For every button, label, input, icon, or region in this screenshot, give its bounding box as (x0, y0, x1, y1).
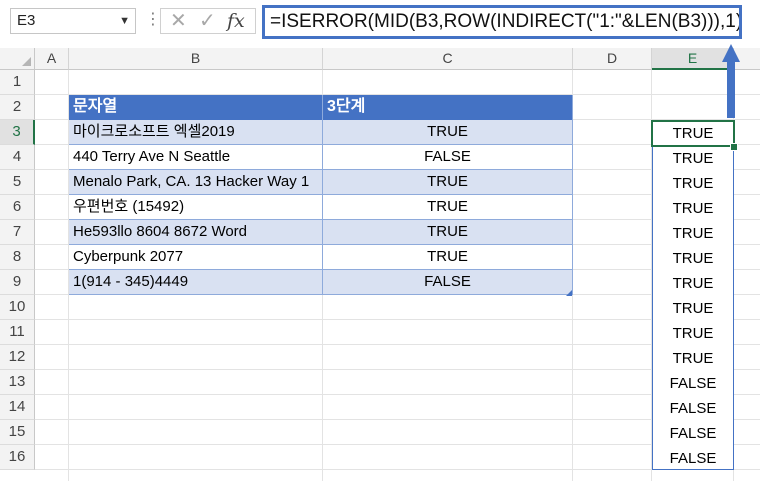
table-border (69, 219, 572, 220)
table-border (69, 144, 572, 145)
row-header-16[interactable]: 16 (0, 445, 35, 470)
row-header-13[interactable]: 13 (0, 370, 35, 395)
cell-e16[interactable]: FALSE (653, 446, 733, 471)
cell-e4[interactable]: TRUE (653, 146, 733, 171)
table-border (69, 294, 572, 295)
column-header-b[interactable]: B (69, 48, 323, 70)
cell-e5[interactable]: TRUE (653, 171, 733, 196)
table-border (322, 95, 323, 295)
row-header-7[interactable]: 7 (0, 220, 35, 245)
cell-e6[interactable]: TRUE (653, 196, 733, 221)
cancel-icon[interactable]: ✕ (170, 9, 187, 33)
table-cell-c4[interactable]: FALSE (323, 145, 572, 170)
column-header-c[interactable]: C (323, 48, 573, 70)
table-resize-handle[interactable] (566, 290, 572, 296)
table-cell-b9[interactable]: 1(914 - 345)4449 (69, 270, 322, 295)
cell-e14[interactable]: FALSE (653, 396, 733, 421)
insert-function-icon[interactable]: fx (227, 9, 245, 33)
row-header-9[interactable]: 9 (0, 270, 35, 295)
row-header-4[interactable]: 4 (0, 145, 35, 170)
table-border (69, 244, 572, 245)
table-border (69, 169, 572, 170)
table-cell-b4[interactable]: 440 Terry Ave N Seattle (69, 145, 322, 170)
fill-handle[interactable] (730, 143, 738, 151)
cell-e12[interactable]: TRUE (653, 346, 733, 371)
formula-input[interactable]: =ISERROR(MID(B3,ROW(INDIRECT("1:"&LEN(B3… (262, 5, 742, 39)
table-cell-c9[interactable]: FALSE (323, 270, 572, 295)
arrow-up-icon (722, 44, 740, 62)
cell-e13[interactable]: FALSE (653, 371, 733, 396)
cell-e10[interactable]: TRUE (653, 296, 733, 321)
formula-bar: E3 ▼ ⋮ ✕ ✓ fx =ISERROR(MID(B3,ROW(INDIRE… (0, 0, 760, 44)
table-cell-c6[interactable]: TRUE (323, 195, 572, 220)
row-header-5[interactable]: 5 (0, 170, 35, 195)
table-cell-b5[interactable]: Menalo Park, CA. 13 Hacker Way 1 (69, 170, 322, 195)
chevron-down-icon[interactable]: ▼ (119, 9, 130, 33)
row-header-12[interactable]: 12 (0, 345, 35, 370)
table-header-string[interactable]: 문자열 (69, 95, 322, 120)
cell-e9[interactable]: TRUE (653, 271, 733, 296)
row-header-15[interactable]: 15 (0, 420, 35, 445)
name-box[interactable]: E3 ▼ (10, 8, 136, 34)
row-header-10[interactable]: 10 (0, 295, 35, 320)
active-cell-selection (651, 120, 735, 147)
arrow-up-icon-shaft (727, 62, 735, 118)
table-border (572, 95, 573, 295)
column-header-d[interactable]: D (573, 48, 652, 70)
row-header-2[interactable]: 2 (0, 95, 35, 120)
row-header-6[interactable]: 6 (0, 195, 35, 220)
column-header-a[interactable]: A (35, 48, 69, 70)
formula-controls: ✕ ✓ fx (160, 8, 256, 34)
table-header-step3[interactable]: 3단계 (323, 95, 572, 120)
row-header-1[interactable]: 1 (0, 70, 35, 95)
more-options-icon[interactable]: ⋮ (145, 8, 161, 34)
table-cell-b3[interactable]: 마이크로소프트 엑셀2019 (69, 120, 322, 145)
table-cell-c3[interactable]: TRUE (323, 120, 572, 145)
table-border (69, 194, 572, 195)
cell-e11[interactable]: TRUE (653, 321, 733, 346)
cell-e7[interactable]: TRUE (653, 221, 733, 246)
row-header-11[interactable]: 11 (0, 320, 35, 345)
row-header-14[interactable]: 14 (0, 395, 35, 420)
table-cell-b7[interactable]: He593llo 8604 8672 Word (69, 220, 322, 245)
table-border (69, 269, 572, 270)
cell-e8[interactable]: TRUE (653, 246, 733, 271)
cell-e15[interactable]: FALSE (653, 421, 733, 446)
table-cell-c7[interactable]: TRUE (323, 220, 572, 245)
select-all-corner[interactable] (0, 48, 35, 70)
row-header-3[interactable]: 3 (0, 120, 35, 145)
table-cell-b6[interactable]: 우편번호 (15492) (69, 195, 322, 220)
table-cell-c8[interactable]: TRUE (323, 245, 572, 270)
table-cell-b8[interactable]: Cyberpunk 2077 (69, 245, 322, 270)
table-cell-c5[interactable]: TRUE (323, 170, 572, 195)
select-all-triangle-icon (22, 57, 31, 66)
row-header-8[interactable]: 8 (0, 245, 35, 270)
enter-check-icon[interactable]: ✓ (199, 9, 216, 33)
name-box-value: E3 (17, 12, 36, 29)
